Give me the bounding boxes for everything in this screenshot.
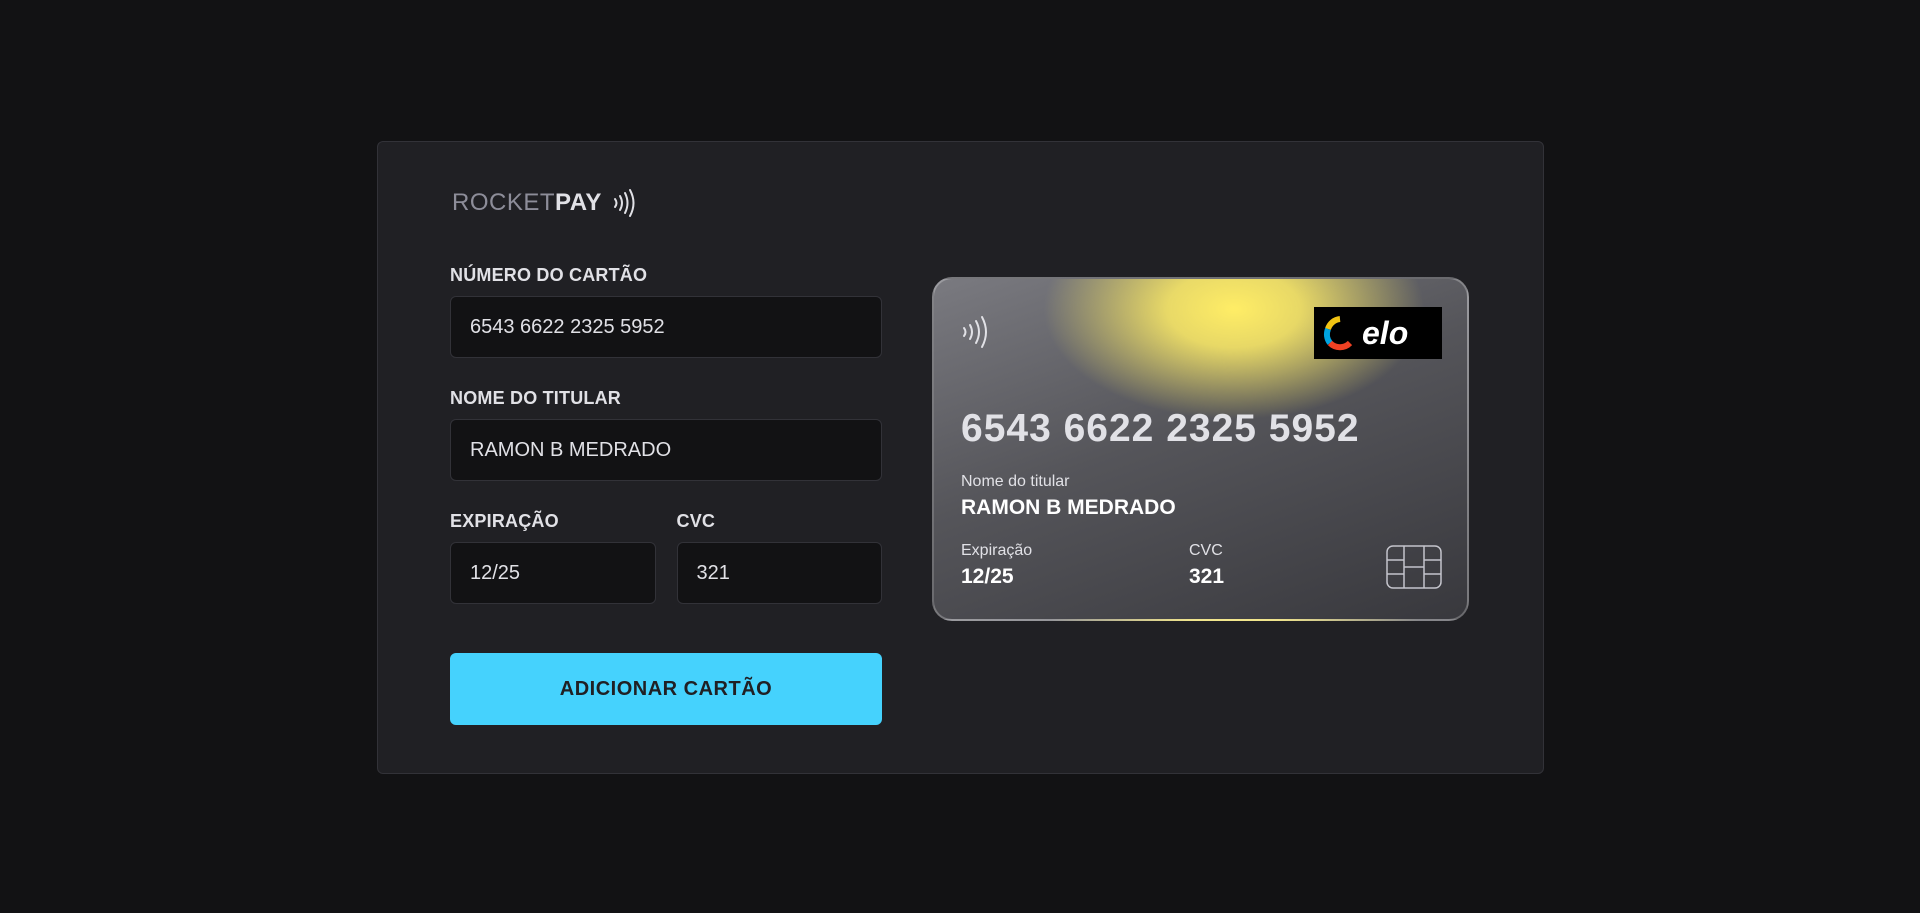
card-expiration-value: 12/25	[961, 565, 1014, 588]
holder-name-input[interactable]	[450, 419, 882, 481]
contactless-icon	[613, 189, 635, 217]
card-number-display: 6543 6622 2325 5952	[961, 407, 1360, 450]
expiration-cvc-row: EXPIRAÇÃO CVC	[450, 510, 882, 633]
rocketpay-logo: ROCKET PAY	[452, 186, 640, 220]
expiration-input[interactable]	[450, 542, 656, 604]
credit-card-preview: elo 6543 6622 2325 5952 Nome do titular …	[932, 277, 1469, 621]
expiration-label: EXPIRAÇÃO	[450, 511, 559, 531]
card-cvc-label: CVC	[1189, 542, 1223, 559]
card-holder-label: Nome do titular	[961, 473, 1070, 490]
card-expiration-block: Expiração 12/25	[961, 542, 1032, 589]
card-holder-block: Nome do titular RAMON B MEDRADO	[961, 473, 1176, 520]
cvc-label: CVC	[676, 511, 716, 531]
card-holder-value: RAMON B MEDRADO	[961, 496, 1176, 519]
card-number-label: NÚMERO DO CARTÃO	[450, 265, 648, 285]
chip-icon	[1386, 545, 1442, 589]
elo-logo: elo	[1314, 307, 1442, 359]
card-number-input[interactable]	[450, 296, 882, 358]
add-card-panel: ROCKETPAY NÚMERO DO CARTÃO NOME DO TITUL…	[377, 141, 1544, 774]
cvc-field: CVC	[676, 510, 882, 604]
logo-rocket-text: ROCKET	[452, 189, 556, 216]
card-cvc-value: 321	[1189, 565, 1225, 588]
card-form: NÚMERO DO CARTÃO NOME DO TITULAR EXPIRAÇ…	[450, 264, 882, 725]
svg-text:elo: elo	[1362, 315, 1408, 351]
card-expiration-label: Expiração	[961, 542, 1033, 559]
expiration-field: EXPIRAÇÃO	[450, 510, 656, 604]
add-card-button[interactable]: ADICIONAR CARTÃO	[450, 653, 882, 725]
cvc-input[interactable]	[676, 542, 882, 604]
contactless-icon	[963, 316, 987, 348]
holder-name-field: NOME DO TITULAR	[450, 387, 882, 481]
card-cvc-block: CVC 321	[1189, 542, 1224, 589]
card-number-field: NÚMERO DO CARTÃO	[450, 264, 882, 358]
logo-pay-text: PAY	[555, 189, 602, 216]
holder-name-label: NOME DO TITULAR	[450, 388, 621, 408]
